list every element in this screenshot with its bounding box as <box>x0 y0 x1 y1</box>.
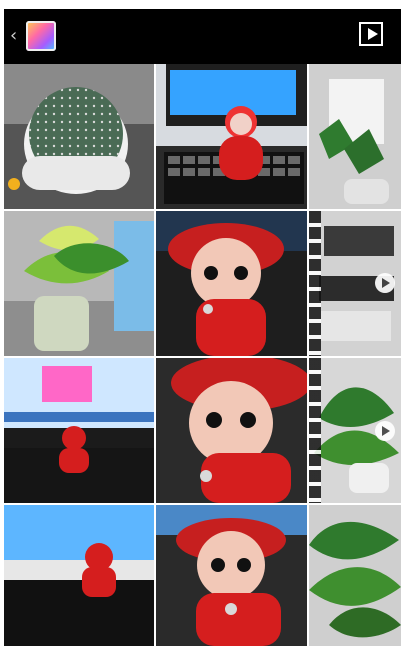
gallery-screen: ‹ <box>0 0 401 646</box>
doll-closeup-image <box>156 211 307 356</box>
doll-keyboard-image <box>4 505 154 646</box>
thumbnail-doll-at-computer[interactable] <box>156 64 307 209</box>
play-icon[interactable] <box>359 22 383 46</box>
thumbnail-desk-video[interactable] <box>309 211 401 356</box>
doll-keyboard-screen-image <box>4 358 154 503</box>
video-play-icon[interactable] <box>375 273 395 293</box>
thumbnail-doll-on-keyboard-screen[interactable] <box>4 358 154 503</box>
thumbnail-plant-closeup[interactable] <box>309 505 401 646</box>
cactus-image <box>4 64 154 209</box>
thumbnail-doll-closeup-2[interactable] <box>156 358 307 503</box>
video-play-icon[interactable] <box>375 421 395 441</box>
thumbnail-doll-closeup[interactable] <box>156 211 307 356</box>
thumbnail-doll-closeup-3[interactable] <box>156 505 307 646</box>
plant-bottle-image <box>4 211 154 356</box>
thumbnail-cactus[interactable] <box>4 64 154 209</box>
thumbnail-doll-on-keyboard[interactable] <box>4 505 154 646</box>
thumbnail-desk-plant-phone[interactable] <box>309 64 401 209</box>
thumbnail-plant-and-bottle[interactable] <box>4 211 154 356</box>
filmstrip-icon <box>309 211 321 356</box>
desk-plant-image <box>309 64 401 209</box>
doll-computer-image <box>156 64 307 209</box>
plant-closeup-image <box>309 505 401 646</box>
thumbnail-grid <box>4 64 401 646</box>
filmstrip-icon <box>309 358 321 503</box>
doll-closeup-2-image <box>156 358 307 503</box>
chevron-left-icon[interactable]: ‹ <box>10 27 17 45</box>
gallery-icon[interactable] <box>26 21 56 51</box>
doll-closeup-3-image <box>156 505 307 646</box>
action-bar: ‹ <box>4 9 401 64</box>
thumbnail-plant-video[interactable] <box>309 358 401 503</box>
